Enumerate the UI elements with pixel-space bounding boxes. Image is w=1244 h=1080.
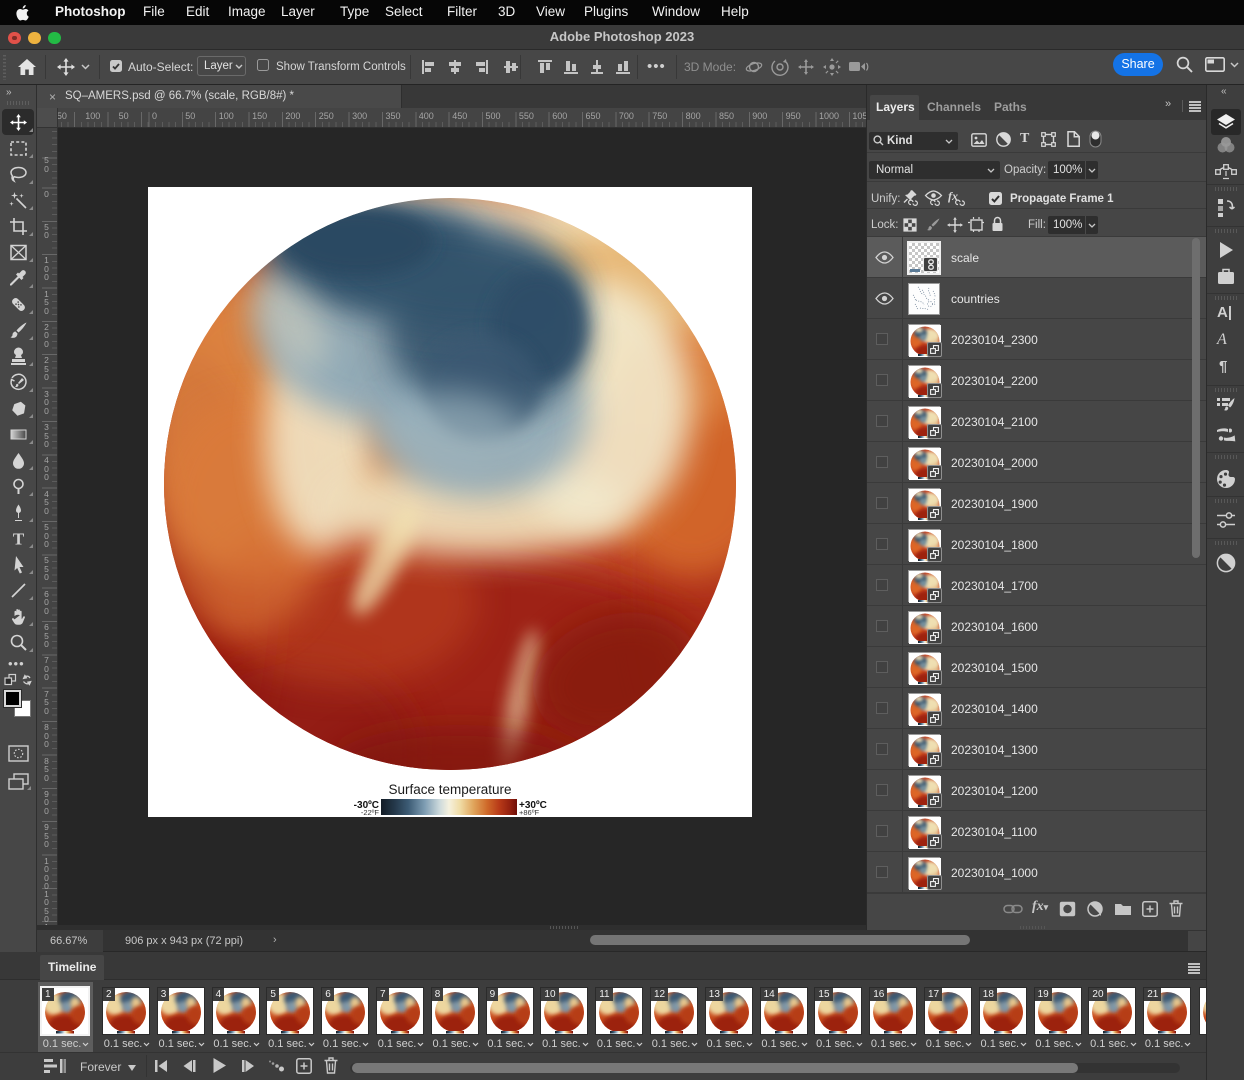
svg-text:Surface temperature: Surface temperature (388, 782, 511, 797)
svg-text:-22ºF: -22ºF (361, 808, 380, 817)
svg-text:T: T (12, 529, 24, 548)
svg-text:+86ºF: +86ºF (519, 808, 539, 817)
